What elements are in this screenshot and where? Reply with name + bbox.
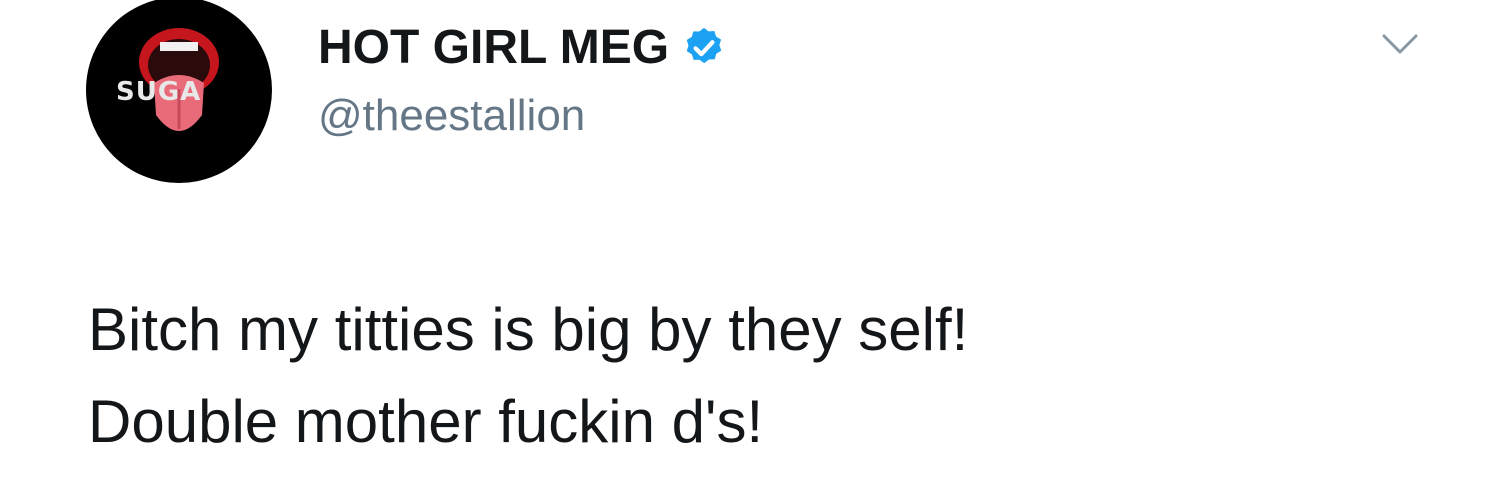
avatar-logo-text: SUGA [116,77,202,107]
tweet-line: Double mother fuckin d's! [88,388,764,455]
user-handle[interactable]: @theestallion [318,88,585,144]
display-name[interactable]: HOT GIRL MEG [318,20,669,76]
tweet-line: Bitch my titties is big by they self! [88,296,969,363]
chevron-down-icon[interactable] [1380,30,1420,60]
verified-badge-icon [686,27,722,64]
tweet-text: Bitch my titties is big by they self! Do… [88,284,1468,468]
name-row: HOT GIRL MEG [318,20,727,76]
profile-avatar[interactable]: SUGA [86,0,272,183]
tweet-card: SUGA HOT GIRL MEG @theestallion Bitch my… [0,0,1500,499]
